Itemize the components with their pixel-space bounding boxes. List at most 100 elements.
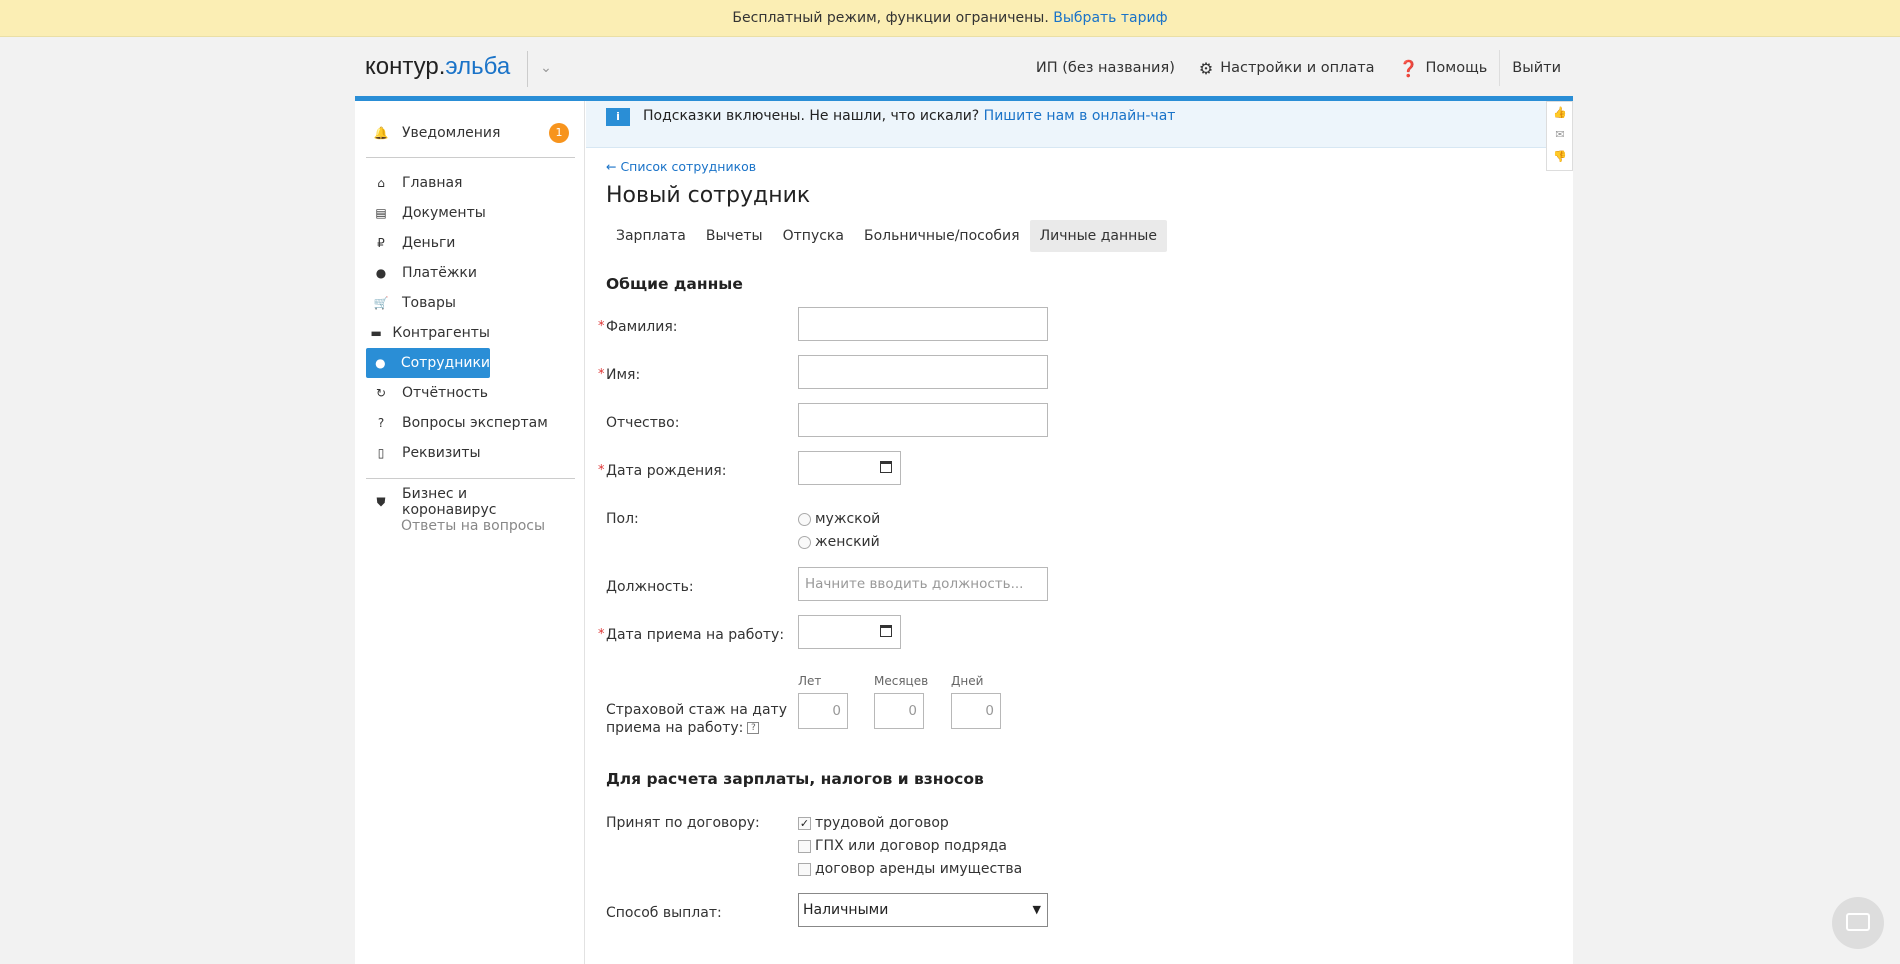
birth-date-input[interactable] xyxy=(798,451,901,485)
radio-button[interactable] xyxy=(798,512,811,526)
org-name[interactable]: ИП (без названия) xyxy=(1024,50,1187,86)
chat-button[interactable] xyxy=(1832,897,1884,949)
sidebar-item-money[interactable]: ₽ Деньги xyxy=(366,228,490,258)
gender-female-label: женский xyxy=(815,534,880,550)
logo-divider xyxy=(527,51,528,87)
middle-name-label: Отчество: xyxy=(606,415,680,431)
thumbs-up-icon[interactable]: 👍 xyxy=(1553,106,1567,119)
sidebar-item-notifications[interactable]: 🔔 Уведомления xyxy=(366,118,556,148)
required-marker: * xyxy=(598,319,605,334)
section-general: Общие данные xyxy=(606,275,743,293)
thumbs-down-icon[interactable]: 👎 xyxy=(1553,150,1567,163)
briefcase-icon: ▬ xyxy=(370,326,382,340)
position-input[interactable]: Начните вводить должность... xyxy=(798,567,1048,601)
online-chat-link[interactable]: Пишите нам в онлайн-чат xyxy=(984,108,1176,124)
choose-plan-link[interactable]: Выбрать тариф xyxy=(1053,10,1167,26)
sidebar-item-label: Уведомления xyxy=(402,125,501,141)
rent-contract-label: договор аренды имущества xyxy=(815,861,1023,877)
sidebar-item-employees[interactable]: ● Сотрудники xyxy=(366,348,490,378)
sidebar-item-counterparties[interactable]: ▬ Контрагенты xyxy=(366,318,490,348)
birth-date-label: Дата рождения: xyxy=(606,463,727,479)
settings-label: Настройки и оплата xyxy=(1220,60,1375,76)
days-label: Дней xyxy=(951,674,984,688)
years-input[interactable]: 0 xyxy=(798,693,848,729)
logout-link[interactable]: Выйти xyxy=(1500,50,1573,86)
checkbox[interactable] xyxy=(798,862,811,876)
tab-personal-data[interactable]: Личные данные xyxy=(1029,220,1167,252)
feedback-widget: 👍 ✉ 👎 xyxy=(1546,101,1573,171)
notifications-badge: 1 xyxy=(549,123,569,143)
mail-icon[interactable]: ✉ xyxy=(1553,128,1567,141)
radio-button[interactable] xyxy=(798,535,811,549)
checkbox[interactable] xyxy=(798,839,811,853)
calendar-icon[interactable] xyxy=(880,461,892,473)
sidebar-item-goods[interactable]: 🛒 Товары xyxy=(366,288,490,318)
logo[interactable]: контур.эльба xyxy=(365,53,510,81)
sidebar-item-label: Вопросы экспертам xyxy=(402,415,548,431)
sidebar-item-label: Деньги xyxy=(402,235,456,251)
header: контур.эльба ⌄ ИП (без названия) ⚙ Настро… xyxy=(355,37,1573,99)
gender-female-radio[interactable]: женский xyxy=(798,534,880,550)
cart-icon: 🛒 xyxy=(373,296,389,310)
gph-contract-checkbox[interactable]: ГПХ или договор подряда xyxy=(798,838,1007,854)
logo-text: контур. xyxy=(365,53,446,80)
first-name-input[interactable] xyxy=(798,355,1048,389)
tab-vacations[interactable]: Отпуска xyxy=(773,220,854,252)
sidebar-item-home[interactable]: ⌂ Главная xyxy=(366,168,490,198)
pay-method-select[interactable]: Наличными ▼ xyxy=(798,893,1048,927)
sidebar-item-reports[interactable]: ↻ Отчётность xyxy=(366,378,490,408)
shield-icon: ⛊ xyxy=(376,494,386,509)
required-marker: * xyxy=(598,463,605,478)
sidebar-item-payments[interactable]: ● Платёжки xyxy=(366,258,490,288)
logo-accent: эльба xyxy=(445,53,511,80)
section-salary: Для расчета зарплаты, налогов и взносов xyxy=(606,770,984,788)
help-link[interactable]: ❓ Помощь xyxy=(1387,50,1500,86)
middle-name-input[interactable] xyxy=(798,403,1048,437)
tab-deductions[interactable]: Вычеты xyxy=(696,220,773,252)
sidebar-item-label: Товары xyxy=(402,295,456,311)
help-icon[interactable]: ? xyxy=(747,722,760,734)
pay-method-label: Способ выплат: xyxy=(606,905,722,921)
help-icon: ❓ xyxy=(1398,58,1419,78)
calendar-icon[interactable] xyxy=(880,625,892,637)
last-name-label: Фамилия: xyxy=(606,319,678,335)
tabs: Зарплата Вычеты Отпуска Больничные/пособ… xyxy=(606,220,1167,252)
settings-link[interactable]: ⚙ Настройки и оплата xyxy=(1187,50,1387,86)
help-label: Помощь xyxy=(1425,60,1488,76)
labor-contract-checkbox[interactable]: ✓ трудовой договор xyxy=(798,815,949,831)
sidebar-item-label: Главная xyxy=(402,175,463,191)
question-icon: ? xyxy=(377,416,385,430)
checkbox[interactable]: ✓ xyxy=(798,816,811,830)
last-name-input[interactable] xyxy=(798,307,1048,341)
reports-icon: ↻ xyxy=(375,386,387,400)
hire-date-input[interactable] xyxy=(798,615,901,649)
gender-male-radio[interactable]: мужской xyxy=(798,511,880,527)
org-label: ИП (без названия) xyxy=(1035,60,1175,76)
contract-label: Принят по договору: xyxy=(606,815,760,831)
sidebar-item-documents[interactable]: ▤ Документы xyxy=(366,198,490,228)
covid-faq-link[interactable]: Ответы на вопросы xyxy=(401,518,545,534)
sidebar-item-label: Отчётность xyxy=(402,385,489,401)
sidebar-item-label: Реквизиты xyxy=(402,445,481,461)
chevron-down-icon[interactable]: ⌄ xyxy=(535,57,557,79)
years-label: Лет xyxy=(798,674,822,688)
sidebar-item-requisites[interactable]: ▯ Реквизиты xyxy=(366,438,490,468)
first-name-label: Имя: xyxy=(606,367,641,383)
required-marker: * xyxy=(598,367,605,382)
gender-label: Пол: xyxy=(606,511,639,527)
tab-sick-leave[interactable]: Больничные/пособия xyxy=(854,220,1030,252)
gph-contract-label: ГПХ или договор подряда xyxy=(815,838,1007,854)
back-to-employees-link[interactable]: ← Список сотрудников xyxy=(606,159,756,174)
requisites-icon: ▯ xyxy=(377,446,385,460)
money-icon: ₽ xyxy=(377,236,385,250)
sidebar-item-experts[interactable]: ? Вопросы экспертам xyxy=(366,408,566,438)
sidebar-item-label: Платёжки xyxy=(402,265,477,281)
sidebar: 🔔 Уведомления 1 ⌂ Главная ▤ Документы ₽ Ден… xyxy=(355,101,585,964)
sidebar-item-covid[interactable]: ⛊ Бизнес и коронавирус xyxy=(366,486,566,518)
sidebar-divider xyxy=(366,478,575,479)
months-input[interactable]: 0 xyxy=(874,693,924,729)
rent-contract-checkbox[interactable]: договор аренды имущества xyxy=(798,861,1022,877)
tab-salary[interactable]: Зарплата xyxy=(606,220,696,252)
gender-male-label: мужской xyxy=(815,511,881,527)
days-input[interactable]: 0 xyxy=(951,693,1001,729)
